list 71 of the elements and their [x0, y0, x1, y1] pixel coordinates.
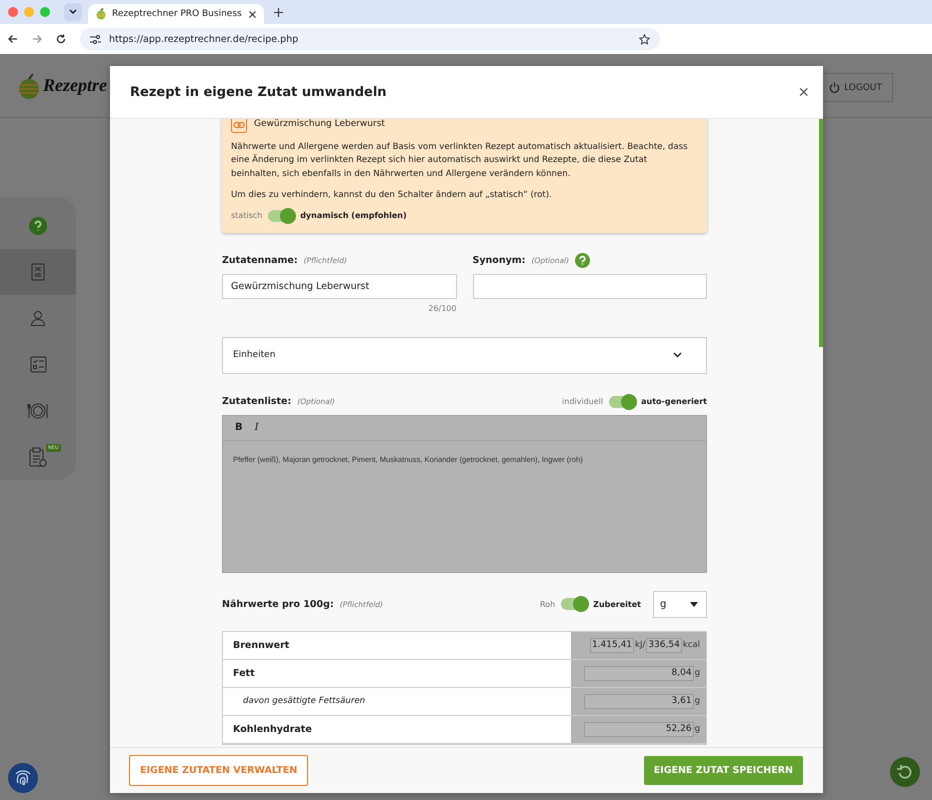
format-button[interactable]: I [252, 422, 261, 434]
value-field[interactable]: 52,26 [584, 722, 694, 737]
unit-label: kJ/ [635, 640, 646, 650]
toggle-switch[interactable] [561, 598, 588, 610]
window-close-control[interactable] [8, 7, 18, 17]
nutrient-name: Kohlenhydrate [232, 722, 313, 737]
toggle-switch[interactable] [268, 210, 294, 222]
help-icon [29, 217, 47, 236]
value-field[interactable]: 3,61 [584, 694, 694, 709]
sidebar-item[interactable] [0, 249, 76, 296]
chevron-icon [673, 352, 682, 358]
tab-close-icon[interactable] [249, 10, 256, 18]
character-counter: 26/100 [428, 304, 456, 313]
refresh-icon [897, 764, 913, 780]
browser-tab[interactable]: Rezeptrechner PRO Business [88, 4, 264, 24]
window-zoom-control[interactable] [40, 7, 50, 17]
value-field[interactable]: 336,54 [646, 638, 682, 653]
section-label: Nährwerte pro 100g: [222, 598, 334, 610]
nutrient-name: Fett [232, 666, 256, 681]
address-bar[interactable]: https://app.rezeptrechner.de/recipe.php [80, 28, 660, 50]
reload-icon[interactable] [56, 34, 66, 44]
field-label: Zutatenname: [222, 255, 298, 266]
back-arrow-icon[interactable] [8, 34, 18, 44]
unit-select[interactable]: g [653, 590, 707, 618]
toggle-label: Roh [540, 600, 556, 609]
toggle-label: Zubereitet [593, 600, 641, 609]
caret-icon [690, 602, 698, 607]
chevron-down-icon [69, 9, 77, 15]
notice-text: Um dies zu verhindern, kannst du den Schalter ändern auf „statisch“ (rot). [231, 188, 553, 202]
clipboard-icon [29, 446, 47, 467]
refresh-button[interactable] [890, 757, 920, 787]
power-icon [829, 82, 840, 93]
new-tab-icon[interactable] [274, 8, 283, 16]
help-icon[interactable] [575, 253, 590, 268]
unit-label: g [694, 696, 700, 706]
close-button[interactable]: × [794, 82, 813, 102]
modal-title: Rezept in eigene Zutat umwandeln [130, 84, 387, 100]
site-settings-icon[interactable] [90, 34, 101, 44]
nutrient-name: Brennwert [232, 638, 290, 653]
bookmark-star-icon[interactable] [639, 34, 650, 44]
fingerprint-icon[interactable] [8, 763, 38, 793]
input-field[interactable]: Gewürzmischung Leberwurst [222, 274, 456, 299]
plate-icon [27, 402, 49, 420]
logo-text: Rezeptre [43, 75, 107, 96]
input-field[interactable] [472, 274, 707, 299]
apple-logo-icon [96, 8, 106, 20]
scrollbar[interactable] [819, 119, 823, 347]
format-button[interactable]: B [233, 422, 245, 434]
unit-label: kcal [682, 640, 700, 650]
nutrient-name: davon gesättigte Fettsäuren [242, 695, 366, 708]
toggle-label: dynamisch (empfohlen) [300, 210, 407, 222]
document-icon [31, 263, 45, 282]
link-icon [231, 119, 247, 133]
value-field[interactable]: 8,04 [584, 666, 694, 681]
unit-label: g [694, 724, 700, 734]
value-field[interactable]: 1.415,41 [590, 638, 634, 653]
apple-logo-icon [18, 72, 40, 100]
forward-arrow-icon[interactable] [32, 34, 42, 44]
checklist-icon [30, 356, 46, 374]
toggle-label: statisch [231, 210, 262, 222]
tab-list-button[interactable] [64, 3, 82, 21]
toggle-label: individuell [562, 397, 604, 406]
toggle-label: auto-generiert [641, 397, 707, 406]
units-dropdown[interactable]: Einheiten [222, 336, 707, 374]
toggle-switch[interactable] [609, 396, 636, 408]
section-label: Zutatenliste: [222, 396, 292, 408]
notice-title: Gewürzmischung Leberwurst [254, 119, 385, 132]
user-icon [30, 310, 46, 326]
notice-text: Nährwerte und Allergene werden auf Basis vom verlinkten Rezept automatisch aktualisiert. Beachte, dass eine Änderung im verlinkten Rezept sich hier automatisch auswirkt und Rezepte, die diese Zutat beinhalten, sich ebenfalls in den Nährwerten und Allergene verändern können. [231, 141, 689, 181]
unit-label: g [694, 668, 700, 678]
field-label: Synonym: [472, 255, 526, 266]
